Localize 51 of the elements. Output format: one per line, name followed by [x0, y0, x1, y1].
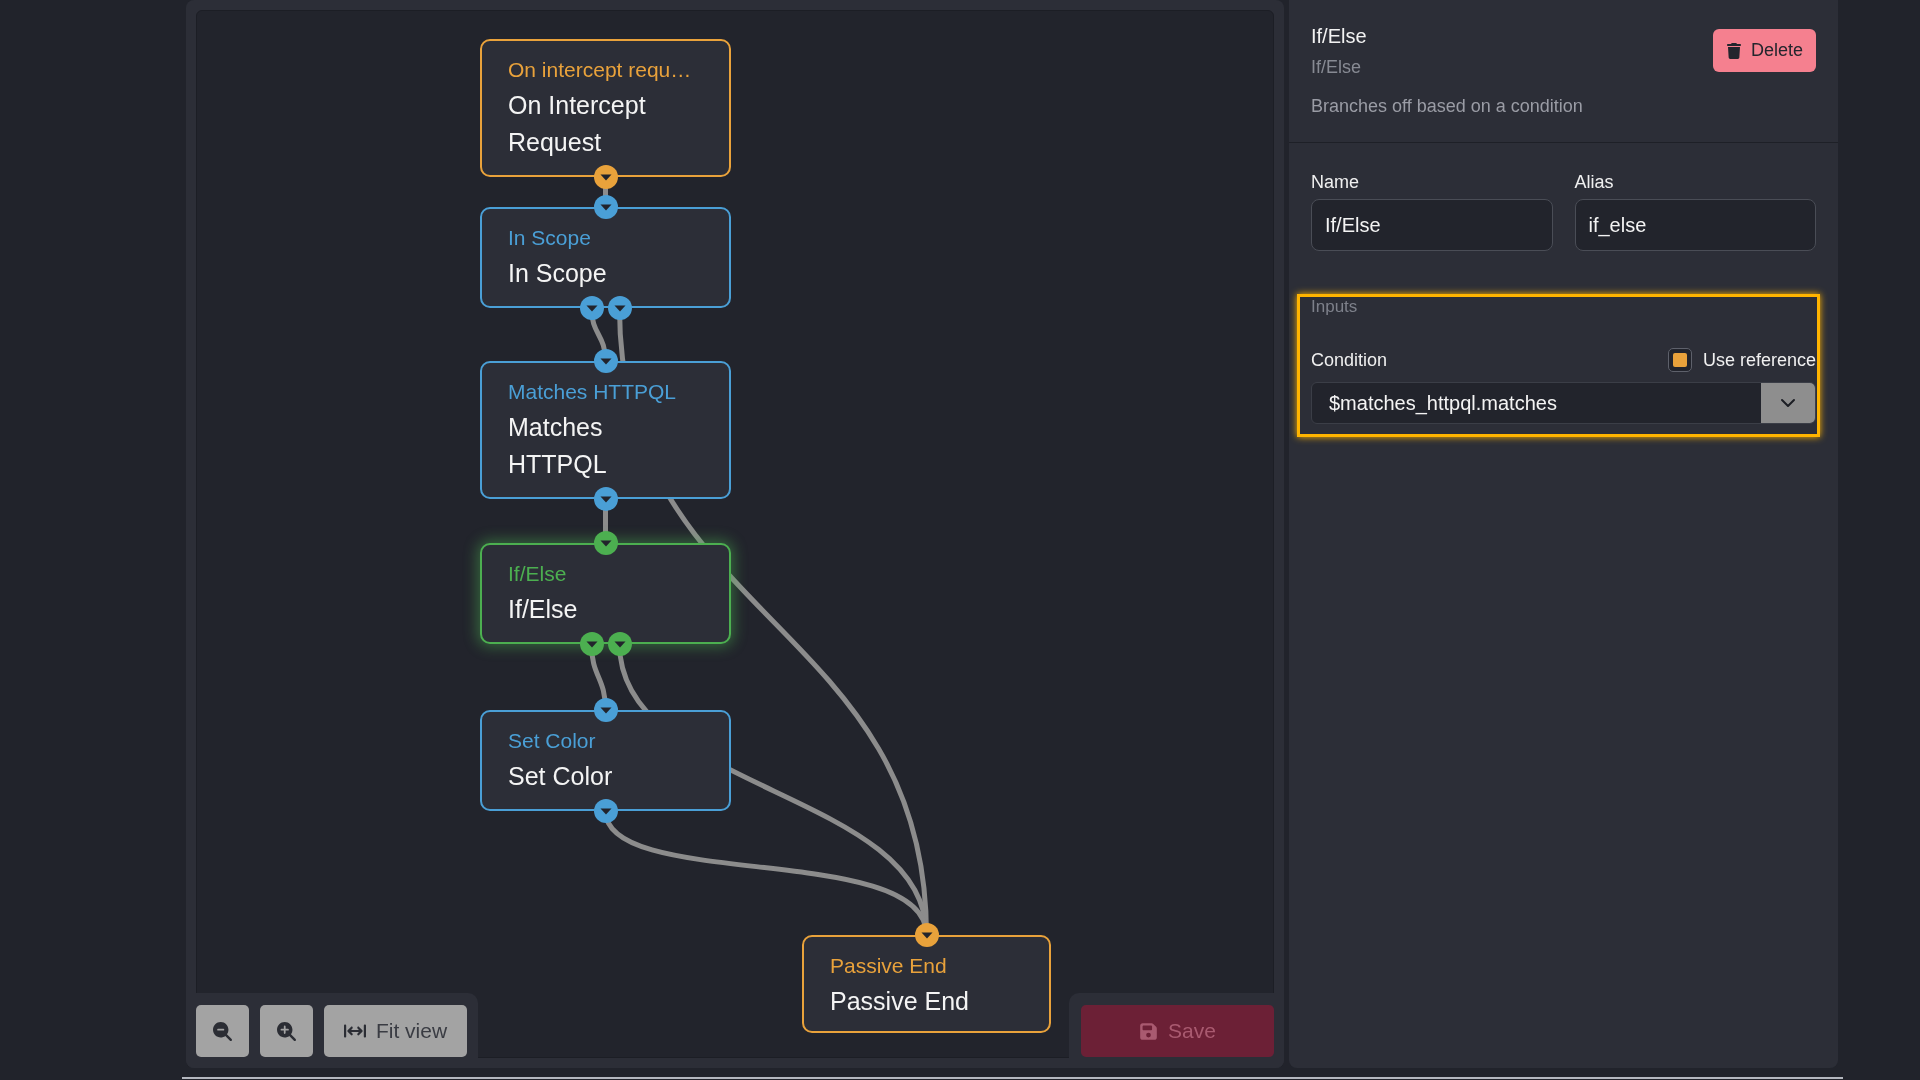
output-port-icon[interactable] [579, 296, 604, 320]
save-icon [1139, 1021, 1159, 1041]
trash-icon [1725, 42, 1742, 59]
node-type-label: On intercept requ… [508, 57, 692, 83]
delete-button[interactable]: Delete [1712, 29, 1816, 72]
input-port-icon[interactable] [593, 195, 618, 219]
condition-select[interactable]: $matches_httpql.matches [1311, 382, 1816, 424]
output-port-icon[interactable] [607, 632, 632, 656]
node-name: Passive End [830, 986, 969, 1017]
flow-node[interactable]: In Scope In Scope [480, 207, 731, 308]
node-type-label: In Scope [508, 225, 591, 251]
output-port-icon[interactable] [607, 296, 632, 320]
node-name: On Intercept Request [508, 90, 647, 158]
zoom-out-icon [213, 1021, 232, 1041]
output-port-icon[interactable] [593, 165, 618, 189]
panel-title: If/Else [1311, 24, 1367, 48]
input-port-icon[interactable] [593, 349, 618, 373]
flow-node[interactable]: Set Color Set Color [480, 710, 731, 811]
output-port-icon[interactable] [593, 799, 618, 823]
node-type-label: Set Color [508, 728, 596, 754]
node-description: Branches off based on a condition [1311, 95, 1583, 117]
input-port-icon[interactable] [914, 923, 939, 947]
fit-view-button[interactable]: Fit view [324, 1005, 467, 1057]
node-type-label: If/Else [508, 561, 567, 587]
dropdown-button[interactable] [1761, 383, 1815, 423]
use-reference-checkbox[interactable] [1667, 348, 1692, 372]
input-port-icon[interactable] [593, 698, 618, 722]
node-type-text: If/Else [1311, 56, 1362, 78]
field-label: Alias [1574, 171, 1614, 193]
checkbox-label: Use reference [1702, 349, 1816, 371]
output-port-icon[interactable] [579, 632, 604, 656]
node-name: If/Else [508, 594, 578, 625]
zoom-out-button[interactable] [196, 1005, 249, 1057]
input-port-icon[interactable] [593, 531, 618, 555]
node-type-label: Matches HTTPQL [508, 379, 677, 405]
flow-node[interactable]: On intercept requ… On Intercept Request [480, 39, 731, 177]
section-heading: Inputs [1311, 297, 1358, 317]
flow-node[interactable]: Matches HTTPQL Matches HTTPQL [480, 361, 731, 499]
flow-node[interactable]: Passive End Passive End [802, 935, 1051, 1033]
node-name: Set Color [508, 761, 613, 792]
node-name: Matches HTTPQL [508, 412, 608, 480]
text-input[interactable]: if_else [1574, 199, 1816, 251]
output-port-icon[interactable] [593, 487, 618, 511]
field-label: Condition [1311, 349, 1388, 371]
zoom-in-icon [277, 1021, 296, 1041]
node-name: In Scope [508, 258, 607, 289]
text-input[interactable]: If/Else [1311, 199, 1553, 251]
flow-node[interactable]: If/Else If/Else [480, 543, 731, 644]
zoom-in-button[interactable] [260, 1005, 313, 1057]
field-label: Name [1311, 171, 1359, 193]
node-type-label: Passive End [830, 953, 947, 979]
